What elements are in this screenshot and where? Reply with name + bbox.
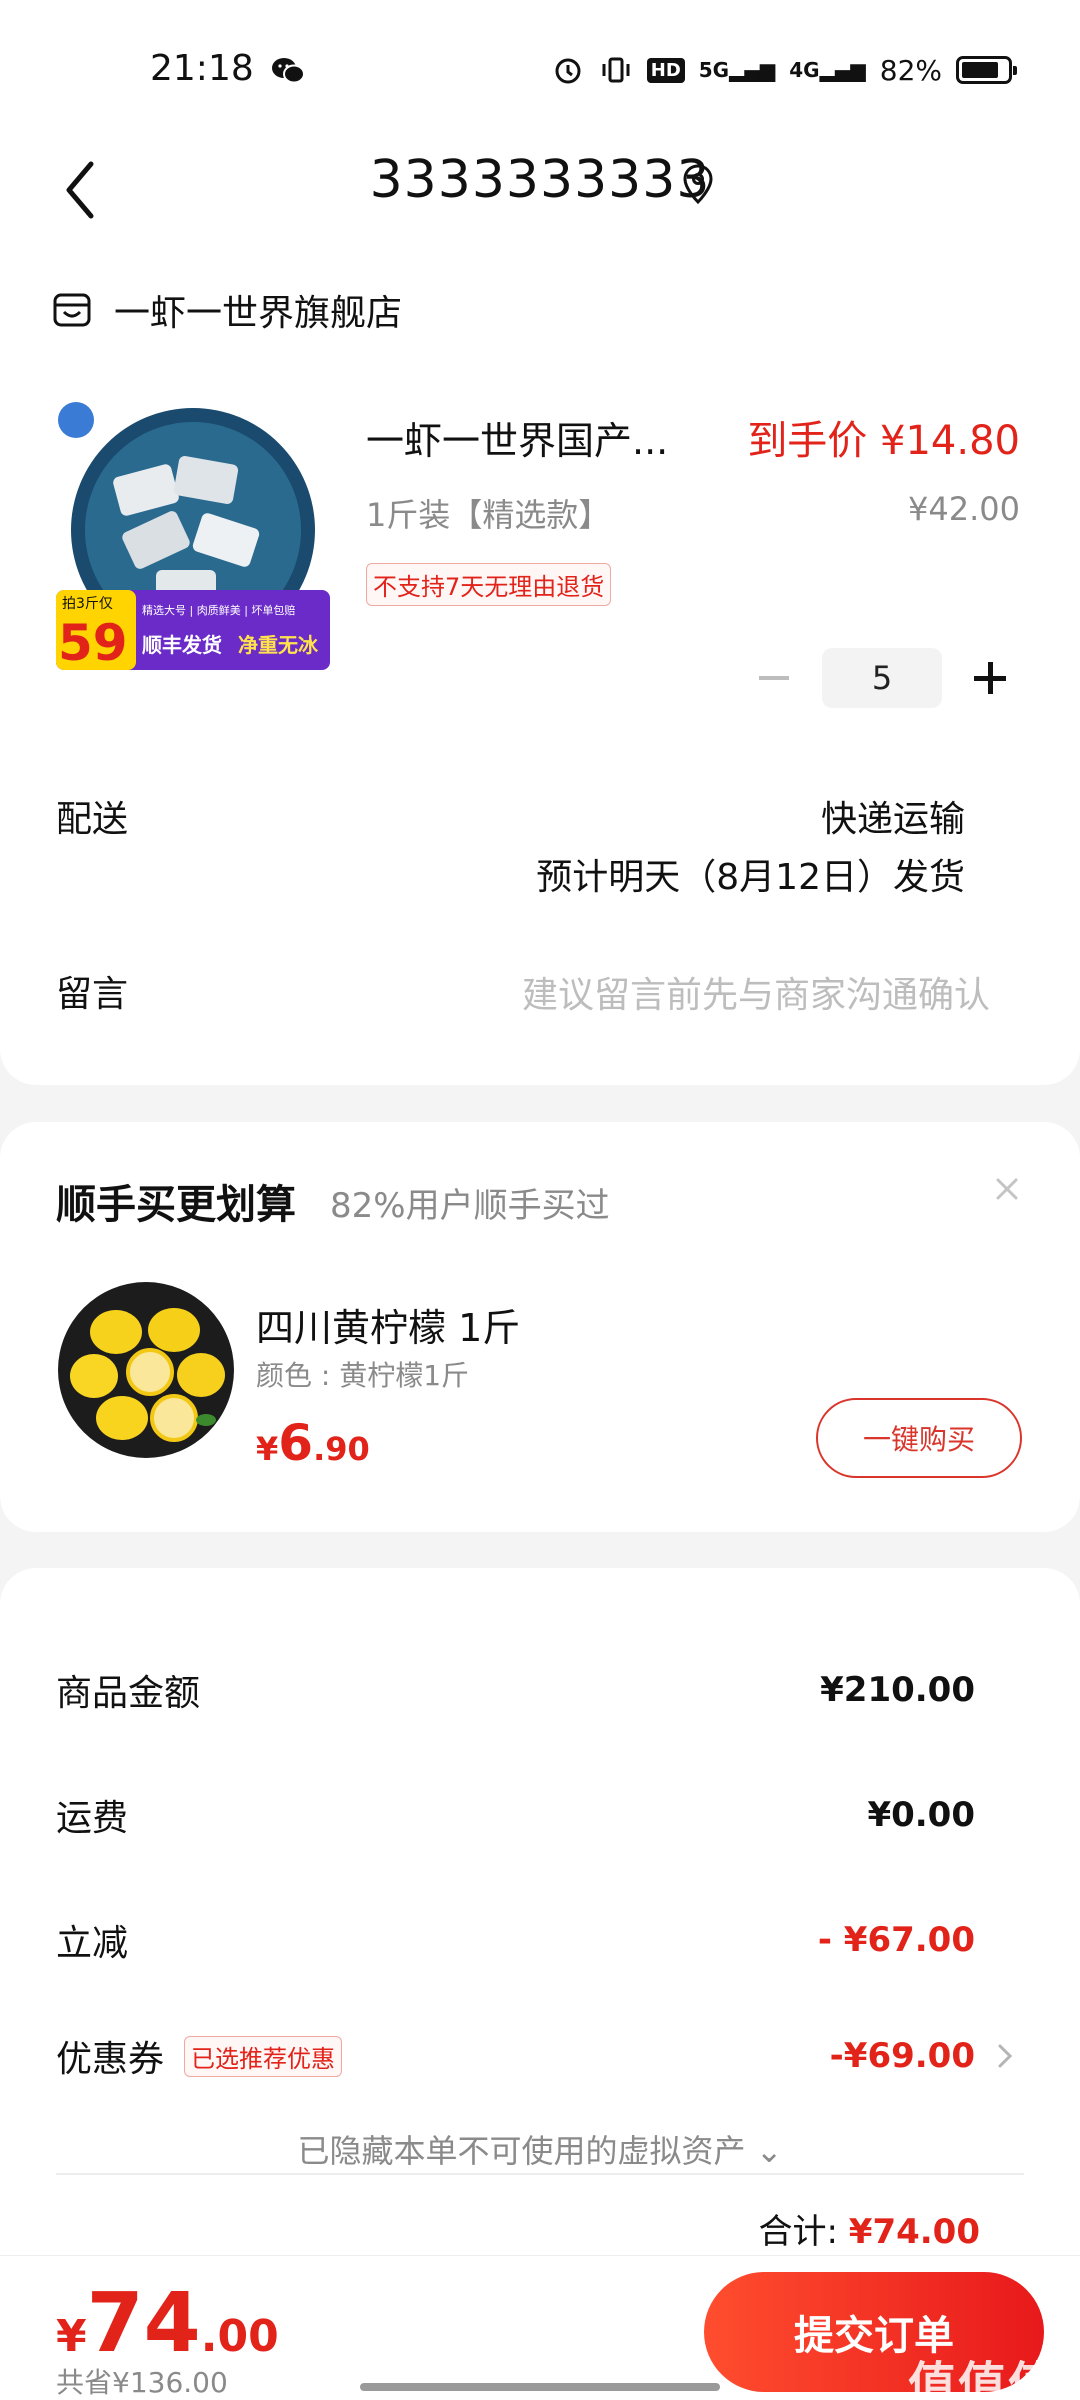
coupon-label: 优惠券 — [56, 2039, 165, 2080]
image-line1: 精选大号 | 肉质鲜美 | 坏单包赔 — [142, 603, 295, 617]
top-area: 21:18 HD 5G▂▄▆ 4G▂▄▆ 82% 3333333333 — [0, 0, 1080, 250]
vibrate-icon — [602, 57, 630, 83]
shipping-fee-row: 运费 ¥0.00 — [56, 1785, 975, 1845]
message-label: 留言 — [56, 974, 129, 1015]
location-pin-icon[interactable] — [680, 162, 716, 206]
total-label: 合计: — [758, 2212, 838, 2252]
saved-amount: 共省¥136.00 — [56, 2366, 228, 2399]
image-badge-top: 拍3斤仅 — [62, 596, 113, 612]
one-click-buy-button[interactable]: 一键购买 — [816, 1398, 1022, 1478]
image-line2: 顺丰发货 — [142, 633, 222, 657]
delivery-eta: 预计明天（8月12日）发货 — [536, 857, 965, 898]
total-value: ¥74.00 — [848, 2212, 980, 2252]
page-header: 3333333333 — [0, 140, 1080, 250]
goods-amount-row: 商品金额 ¥210.00 — [56, 1660, 975, 1720]
goods-amount-value: ¥210.00 — [820, 1670, 975, 1710]
wechat-icon — [272, 58, 305, 84]
hd-icon: HD — [646, 57, 685, 83]
addon-subtitle: 82%用户顺手买过 — [330, 1186, 610, 1226]
addon-item-price: ¥6.90 — [256, 1414, 370, 1472]
addon-item-name[interactable]: 四川黄柠檬 1斤 — [256, 1297, 520, 1352]
product-image[interactable]: 拍3斤仅 59 精选大号 | 肉质鲜美 | 坏单包赔 顺丰发货 净重无冰 — [56, 400, 330, 670]
addon-item-spec: 颜色 : 黄柠檬1斤 — [256, 1359, 470, 1392]
product-spec[interactable]: 1斤装【精选款】 — [366, 490, 610, 536]
shipping-fee-label: 运费 — [56, 1798, 129, 1839]
signal-5g-icon: 5G▂▄▆ — [698, 58, 776, 82]
shipping-fee-value: ¥0.00 — [867, 1795, 975, 1835]
signal-4g-icon: 4G▂▄▆ — [789, 58, 866, 82]
store-name: 一虾一世界旗舰店 — [114, 293, 403, 334]
watermark: 值值值 — [907, 2357, 1058, 2400]
goods-amount-label: 商品金额 — [56, 1673, 201, 1714]
lemon-product-image[interactable] — [56, 1280, 236, 1460]
page-title: 3333333333 — [369, 150, 711, 210]
chevron-down-icon: ⌄ — [755, 2132, 783, 2170]
battery-percent: 82% — [879, 53, 942, 87]
hidden-assets-toggle[interactable]: 已隐藏本单不可使用的虚拟资产 ⌄ — [0, 2126, 1080, 2172]
addon-recommend-card: 顺手买更划算 82%用户顺手买过 四川黄柠檬 1斤 颜色 : 黄柠檬1斤 ¥6.… — [0, 1122, 1080, 1532]
image-line3: 净重无冰 — [238, 633, 319, 657]
quantity-input[interactable]: 5 — [822, 648, 942, 708]
alarm-icon — [555, 58, 581, 84]
instant-discount-label: 立减 — [56, 1923, 129, 1964]
product-original-price: ¥42.00 — [908, 490, 1020, 528]
instant-discount-value: - ¥67.00 — [817, 1920, 975, 1960]
product-final-price: 到手价 ¥14.80 — [747, 418, 1020, 464]
coupon-value: -¥69.00 — [829, 2036, 975, 2076]
return-policy-tag: 不支持7天无理由退货 — [366, 563, 612, 606]
product-title[interactable]: 一虾一世界国产... — [366, 410, 696, 465]
coupon-label-group: 优惠券 已选推荐优惠 — [56, 2030, 343, 2082]
store-icon — [53, 293, 91, 327]
chevron-right-icon[interactable] — [990, 2036, 1020, 2076]
minus-icon — [759, 676, 789, 680]
instant-discount-row: 立减 - ¥67.00 — [56, 1910, 975, 1970]
battery-icon — [956, 56, 1017, 84]
divider — [56, 2173, 1024, 2175]
price-summary-card: 商品金额 ¥210.00 运费 ¥0.00 立减 - ¥67.00 优惠券 已选… — [0, 1568, 1080, 2268]
status-icons: HD 5G▂▄▆ 4G▂▄▆ 82% — [551, 50, 1017, 90]
status-bar: 21:18 HD 5G▂▄▆ 4G▂▄▆ 82% — [0, 0, 1080, 140]
order-item-card: 一虾一世界旗舰店 拍3斤仅 59 精选大号 | 肉质鲜美 | 坏单包赔 顺丰发货… — [0, 250, 1080, 1085]
delivery-label: 配送 — [56, 799, 129, 840]
total-row: 合计: ¥74.00 — [759, 2204, 980, 2253]
quantity-minus-button[interactable] — [744, 648, 804, 708]
message-input[interactable] — [390, 965, 990, 1025]
quantity-stepper: 5 — [744, 648, 1020, 708]
pay-amount: ¥74.00 — [56, 2276, 279, 2371]
quantity-plus-button[interactable] — [960, 648, 1020, 708]
status-time: 21:18 — [150, 48, 254, 89]
home-indicator[interactable] — [360, 2383, 720, 2391]
store-row[interactable]: 一虾一世界旗舰店 — [52, 280, 402, 340]
coupon-row[interactable]: 优惠券 已选推荐优惠 -¥69.00 — [56, 2026, 975, 2086]
delivery-method[interactable]: 快递运输 — [821, 790, 965, 842]
addon-title: 顺手买更划算 — [56, 1182, 296, 1228]
coupon-recommend-tag: 已选推荐优惠 — [184, 2035, 343, 2077]
image-badge-num: 59 — [58, 614, 128, 670]
close-icon[interactable] — [982, 1164, 1032, 1214]
